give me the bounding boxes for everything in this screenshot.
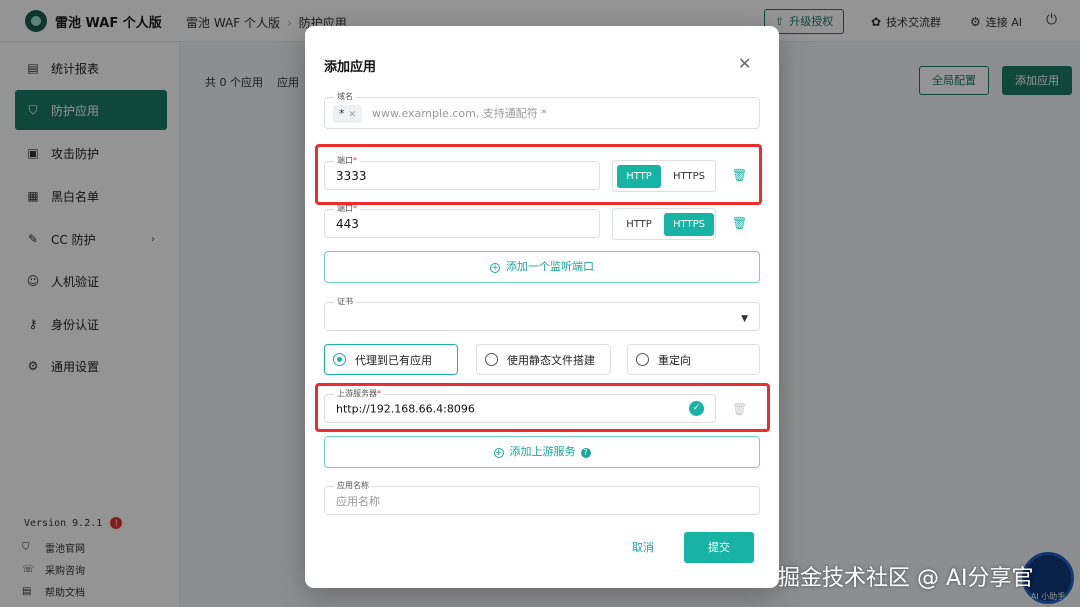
port-label-text: 端口 (337, 204, 353, 213)
delete-port-icon[interactable]: 🗑 (732, 216, 747, 230)
help-icon[interactable]: ? (580, 448, 591, 458)
mode-redirect-option[interactable]: 重定向 (627, 344, 760, 375)
domain-label: 域名 (334, 91, 356, 102)
add-upstream-button[interactable]: + 添加上游服务? (324, 436, 760, 468)
add-app-dialog: 添加应用 ✕ 域名 * ✕ www.example.com, 支持通配符 * 端口… (305, 26, 779, 588)
app-name-label: 应用名称 (334, 480, 372, 491)
mode-label: 使用静态文件搭建 (507, 353, 595, 367)
submit-button[interactable]: 提交 (684, 532, 754, 563)
add-upstream-label: 添加上游服务 (509, 445, 576, 458)
chip-close-icon[interactable]: ✕ (349, 110, 357, 120)
plus-circle-icon: + (493, 448, 504, 458)
plus-circle-icon: + (490, 263, 500, 273)
port-value: 443 (336, 216, 359, 231)
radio-icon (485, 353, 498, 366)
add-listen-port-button[interactable]: + 添加一个监听端口 (324, 251, 760, 283)
mode-proxy-option[interactable]: 代理到已有应用 (324, 344, 458, 375)
highlight-box-port (315, 144, 762, 205)
domain-placeholder: www.example.com, 支持通配符 * (372, 107, 547, 120)
close-icon[interactable]: ✕ (738, 54, 751, 73)
domain-chip-text: * (339, 107, 345, 120)
radio-icon (636, 353, 649, 366)
dialog-title: 添加应用 (324, 60, 377, 75)
mode-label: 重定向 (658, 353, 691, 367)
add-port-label: 添加一个监听端口 (506, 260, 594, 273)
radio-selected-icon (333, 353, 346, 366)
watermark-text: 掘金技术社区 @ AI分享官 (778, 566, 1034, 591)
domain-field[interactable]: 域名 * ✕ www.example.com, 支持通配符 * (324, 91, 760, 129)
certificate-select[interactable]: 证书 ▼ (324, 296, 760, 331)
protocol-toggle-2: HTTP HTTPS (612, 208, 716, 240)
caret-down-icon: ▼ (741, 314, 748, 324)
app-name-input[interactable]: 应用名称 应用名称 (324, 480, 760, 515)
cancel-button[interactable]: 取消 (617, 533, 669, 563)
mode-label: 代理到已有应用 (355, 353, 432, 367)
port-input-2[interactable]: 端口* 443 (324, 203, 600, 238)
highlight-box-upstream (315, 383, 770, 432)
protocol-http-option[interactable]: HTTP (617, 213, 661, 236)
app-name-placeholder: 应用名称 (336, 494, 380, 508)
mode-static-option[interactable]: 使用静态文件搭建 (476, 344, 611, 375)
protocol-https-option[interactable]: HTTPS (664, 213, 714, 236)
certificate-label: 证书 (334, 296, 356, 307)
domain-chip[interactable]: * ✕ (333, 105, 363, 123)
